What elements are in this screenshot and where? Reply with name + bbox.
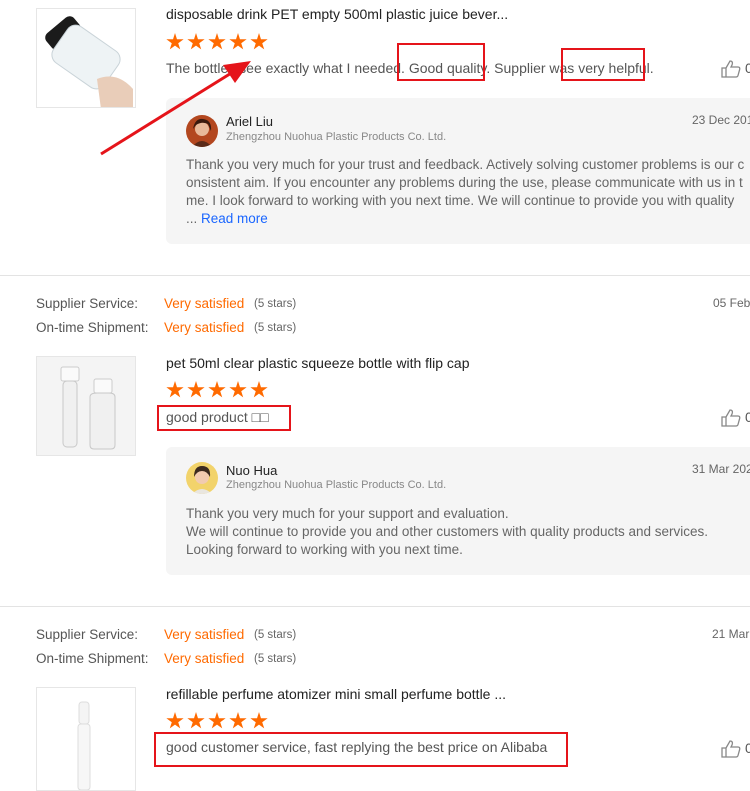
shipment-label: On-time Shipment: — [36, 651, 149, 666]
reply-line: Thank you very much for your support and… — [186, 506, 509, 521]
highlight-box — [397, 43, 485, 81]
reply-date: 23 Dec 201 — [692, 113, 750, 127]
reply-line: Thank you very much for your trust and f… — [186, 157, 745, 172]
star-icon — [208, 712, 226, 729]
supplier-reply: Nuo Hua Zhengzhou Nuohua Plastic Product… — [166, 447, 750, 575]
like-count: 0 — [745, 60, 750, 76]
like-count: 0 — [745, 409, 750, 425]
rating-stars — [166, 712, 268, 730]
divider — [0, 606, 750, 607]
supplier-service-stars: (5 stars) — [254, 298, 297, 310]
reply-date: 31 Mar 202 — [692, 462, 750, 476]
review-date: 05 Feb — [713, 296, 750, 310]
ellipsis: ... — [186, 211, 198, 226]
reply-line: me. I look forward to working with you n… — [186, 193, 735, 208]
highlight-box — [561, 48, 645, 81]
thumbs-up-icon[interactable] — [721, 740, 741, 758]
reply-line: Looking forward to working with you next… — [186, 542, 463, 557]
star-icon — [187, 33, 205, 50]
star-icon — [166, 381, 184, 398]
highlight-box — [157, 405, 291, 431]
star-icon — [229, 381, 247, 398]
rating-stars — [166, 33, 268, 51]
star-icon — [250, 381, 268, 398]
reply-text: Thank you very much for your support and… — [186, 505, 746, 559]
annotation-arrow — [100, 61, 251, 156]
star-icon — [208, 381, 226, 398]
star-icon — [250, 712, 268, 729]
reply-line: onsistent aim. If you encounter any prob… — [186, 175, 743, 190]
shipment-stars: (5 stars) — [254, 322, 297, 334]
star-icon — [250, 33, 268, 50]
reply-text: Thank you very much for your trust and f… — [186, 156, 746, 228]
reply-company: Zhengzhou Nuohua Plastic Products Co. Lt… — [226, 479, 447, 491]
star-icon — [187, 381, 205, 398]
shipment-label: On-time Shipment: — [36, 320, 149, 335]
reply-more-row: ... Read more — [186, 210, 746, 228]
supplier-service-label: Supplier Service: — [36, 296, 139, 311]
divider — [0, 275, 750, 276]
product-thumbnail[interactable] — [36, 356, 136, 456]
product-title[interactable]: pet 50ml clear plastic squeeze bottle wi… — [166, 355, 470, 371]
shipment-value: Very satisfied — [164, 651, 245, 666]
avatar — [186, 462, 218, 494]
shipment-stars: (5 stars) — [254, 653, 297, 665]
star-icon — [229, 712, 247, 729]
star-icon — [208, 33, 226, 50]
star-icon — [187, 712, 205, 729]
shipment-value: Very satisfied — [164, 320, 245, 335]
thumbs-up-icon[interactable] — [721, 409, 741, 427]
read-more-link[interactable]: Read more — [201, 211, 268, 226]
supplier-service-stars: (5 stars) — [254, 629, 297, 641]
product-title[interactable]: refillable perfume atomizer mini small p… — [166, 686, 506, 702]
thumbs-up-icon[interactable] — [721, 60, 741, 78]
review-date: 21 Mar — [712, 627, 750, 641]
reply-line: We will continue to provide you and othe… — [186, 524, 709, 539]
supplier-service-value: Very satisfied — [164, 627, 245, 642]
reply-company: Zhengzhou Nuohua Plastic Products Co. Lt… — [226, 131, 447, 143]
supplier-service-value: Very satisfied — [164, 296, 245, 311]
rating-stars — [166, 381, 268, 399]
product-thumbnail[interactable] — [36, 687, 136, 791]
highlight-box — [154, 732, 568, 767]
reply-author-name: Nuo Hua — [226, 463, 278, 478]
star-icon — [166, 33, 184, 50]
like-count: 0 — [745, 740, 750, 756]
product-title[interactable]: disposable drink PET empty 500ml plastic… — [166, 6, 508, 22]
star-icon — [229, 33, 247, 50]
supplier-service-label: Supplier Service: — [36, 627, 139, 642]
star-icon — [166, 712, 184, 729]
